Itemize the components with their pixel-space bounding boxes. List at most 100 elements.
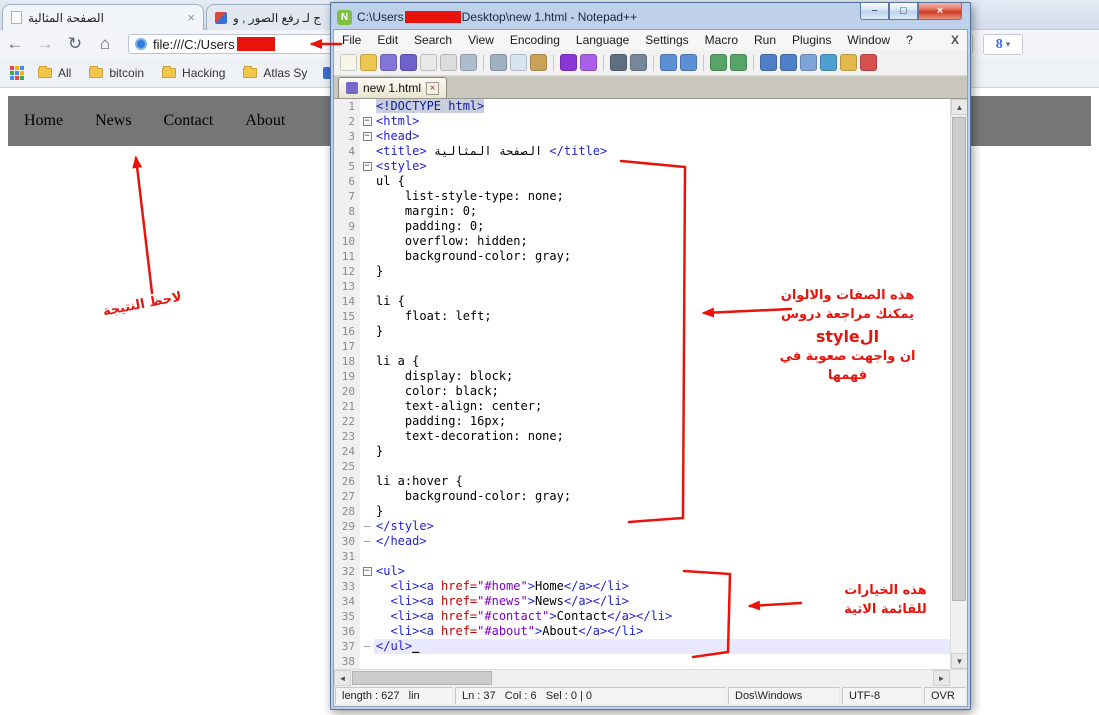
open-folder-icon[interactable] [360, 54, 377, 71]
menu-item-language[interactable]: Language [568, 30, 637, 50]
close-file-icon[interactable] [420, 54, 437, 71]
menu-close-icon[interactable]: X [951, 33, 967, 47]
maximize-button[interactable]: □ [889, 3, 918, 20]
code-line-38[interactable]: 38 [334, 654, 950, 669]
code-line-31[interactable]: 31 [334, 549, 950, 564]
close-all-icon[interactable] [440, 54, 457, 71]
menu-item-file[interactable]: File [334, 30, 369, 50]
search-engine-button[interactable]: 8 ▾ [983, 34, 1023, 55]
undo-icon[interactable] [560, 54, 577, 71]
document-map-icon[interactable] [840, 54, 857, 71]
code-line-21[interactable]: 21 text-align: center; [334, 399, 950, 414]
new-file-icon[interactable] [340, 54, 357, 71]
code-line-8[interactable]: 8 margin: 0; [334, 204, 950, 219]
nav-link-contact[interactable]: Contact [148, 96, 230, 146]
nav-link-home[interactable]: Home [8, 96, 79, 146]
nav-link-news[interactable]: News [79, 96, 147, 146]
scroll-down-icon[interactable]: ▼ [951, 653, 967, 669]
code-line-30[interactable]: 30– </head> [334, 534, 950, 549]
sync-horizontal-icon[interactable] [730, 54, 747, 71]
redo-icon[interactable] [580, 54, 597, 71]
code-line-5[interactable]: 5− <style> [334, 159, 950, 174]
tab-close-icon[interactable]: × [187, 10, 195, 25]
minimize-button[interactable]: − [860, 3, 889, 20]
close-button[interactable]: × [918, 3, 962, 20]
status-eol-format[interactable]: Dos\Windows [728, 687, 840, 705]
code-line-11[interactable]: 11 background-color: gray; [334, 249, 950, 264]
bookmark-bitcoin[interactable]: bitcoin [89, 65, 144, 80]
code-line-26[interactable]: 26 li a:hover { [334, 474, 950, 489]
code-line-24[interactable]: 24} [334, 444, 950, 459]
code-line-20[interactable]: 20 color: black; [334, 384, 950, 399]
code-line-22[interactable]: 22 padding: 16px; [334, 414, 950, 429]
reload-button[interactable]: ↻ [60, 31, 90, 57]
code-line-27[interactable]: 27 background-color: gray; [334, 489, 950, 504]
zoom-out-icon[interactable] [680, 54, 697, 71]
word-wrap-icon[interactable] [760, 54, 777, 71]
fold-collapse-icon[interactable]: − [360, 159, 374, 174]
find-icon[interactable] [610, 54, 627, 71]
code-line-37[interactable]: 37– </ul>_ [334, 639, 950, 654]
menu-item-edit[interactable]: Edit [369, 30, 406, 50]
menu-item-settings[interactable]: Settings [637, 30, 696, 50]
menu-item-plugins[interactable]: Plugins [784, 30, 839, 50]
scroll-right-icon[interactable]: ► [933, 670, 950, 686]
code-line-3[interactable]: 3− <head> [334, 129, 950, 144]
code-line-36[interactable]: 36 <li><a href="#about">About</a></li> [334, 624, 950, 639]
code-line-6[interactable]: 6 ul { [334, 174, 950, 189]
code-line-29[interactable]: 29– </style> [334, 519, 950, 534]
scroll-up-icon[interactable]: ▲ [951, 99, 967, 115]
bookmark-hacking[interactable]: Hacking [162, 65, 225, 80]
h-scroll-thumb[interactable] [352, 671, 492, 685]
cut-icon[interactable] [490, 54, 507, 71]
scroll-track[interactable] [951, 115, 967, 653]
code-line-2[interactable]: 2− <html> [334, 114, 950, 129]
forward-button[interactable]: → [30, 31, 60, 57]
menu-item-macro[interactable]: Macro [697, 30, 746, 50]
save-icon[interactable] [380, 54, 397, 71]
macro-record-icon[interactable] [860, 54, 877, 71]
menu-item-view[interactable]: View [460, 30, 502, 50]
code-line-25[interactable]: 25 [334, 459, 950, 474]
code-line-9[interactable]: 9 padding: 0; [334, 219, 950, 234]
horizontal-scrollbar[interactable]: ◄ ► [334, 669, 967, 686]
code-line-10[interactable]: 10 overflow: hidden; [334, 234, 950, 249]
function-list-icon[interactable] [820, 54, 837, 71]
document-tab[interactable]: new 1.html × [338, 77, 448, 98]
menu-item-encoding[interactable]: Encoding [502, 30, 568, 50]
indent-guide-icon[interactable] [800, 54, 817, 71]
title-bar[interactable]: N C:\Users Desktop\new 1.html - Notepad+… [333, 3, 968, 29]
code-line-28[interactable]: 28} [334, 504, 950, 519]
show-all-characters-icon[interactable] [780, 54, 797, 71]
fold-collapse-icon[interactable]: − [360, 564, 374, 579]
copy-icon[interactable] [510, 54, 527, 71]
menu-item-window[interactable]: Window [839, 30, 898, 50]
menu-item-search[interactable]: Search [406, 30, 460, 50]
status-typing-mode[interactable]: OVR [924, 687, 966, 705]
code-line-32[interactable]: 32− <ul> [334, 564, 950, 579]
apps-grid-icon[interactable] [10, 65, 24, 80]
fold-collapse-icon[interactable]: − [360, 114, 374, 129]
bookmark-all[interactable]: All [38, 65, 71, 80]
code-line-7[interactable]: 7 list-style-type: none; [334, 189, 950, 204]
scroll-left-icon[interactable]: ◄ [334, 670, 351, 686]
vertical-scrollbar[interactable]: ▲ ▼ [950, 99, 967, 669]
menu-item-help[interactable]: ? [898, 30, 921, 50]
code-line-4[interactable]: 4 <title> الصفحة المثالية </title> [334, 144, 950, 159]
fold-collapse-icon[interactable]: − [360, 129, 374, 144]
document-close-icon[interactable]: × [426, 81, 440, 95]
sync-vertical-icon[interactable] [710, 54, 727, 71]
browser-tab-active[interactable]: الصفحة المثالية × [2, 4, 204, 30]
scroll-thumb[interactable] [952, 117, 966, 602]
home-button[interactable]: ⌂ [90, 31, 120, 57]
nav-link-about[interactable]: About [229, 96, 301, 146]
menu-item-run[interactable]: Run [746, 30, 784, 50]
code-line-1[interactable]: 1 <!DOCTYPE html> [334, 99, 950, 114]
bookmark-atlas-sy[interactable]: Atlas Sy [243, 65, 307, 80]
save-all-icon[interactable] [400, 54, 417, 71]
print-icon[interactable] [460, 54, 477, 71]
paste-icon[interactable] [530, 54, 547, 71]
back-button[interactable]: ← [0, 31, 30, 57]
zoom-in-icon[interactable] [660, 54, 677, 71]
code-line-12[interactable]: 12} [334, 264, 950, 279]
